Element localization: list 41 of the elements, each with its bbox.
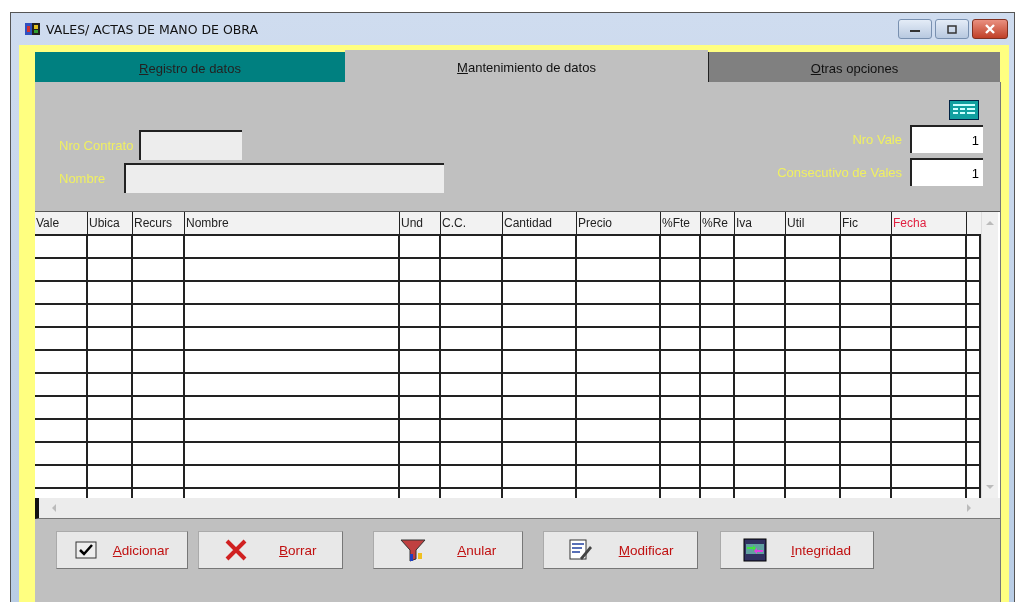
column-header: Cantidad xyxy=(503,216,553,230)
cross-icon xyxy=(224,538,249,562)
app-icon xyxy=(25,21,41,37)
maximize-button[interactable] xyxy=(935,19,969,39)
column-header: Vale xyxy=(35,216,60,230)
column-header: Fecha xyxy=(892,216,927,230)
tab[interactable]: Otras opciones xyxy=(708,52,1000,84)
action-button[interactable]: Integridad xyxy=(720,531,874,569)
field-label: Nombre xyxy=(59,170,106,186)
tab[interactable]: Registro de datos xyxy=(35,52,345,84)
column-header: Iva xyxy=(735,216,752,230)
funnel-icon xyxy=(399,537,426,563)
column-header: Fic xyxy=(841,216,858,230)
checkmark-icon xyxy=(74,541,97,559)
column-header: C.C. xyxy=(441,216,466,230)
keypad-icon[interactable] xyxy=(949,100,979,120)
action-button[interactable]: Anular xyxy=(373,531,523,569)
arrows-icon xyxy=(743,538,767,562)
action-button[interactable]: Modificar xyxy=(543,531,698,569)
input-field[interactable]: 1 xyxy=(910,158,983,186)
maximize-icon xyxy=(947,24,957,34)
column-header: %Re xyxy=(701,216,728,230)
action-button[interactable]: Borrar xyxy=(198,531,343,569)
action-button[interactable]: Adicionar xyxy=(56,531,188,569)
input-field[interactable]: 1 xyxy=(910,125,983,153)
tab[interactable]: Mantenimiento de datos xyxy=(345,50,708,84)
field-label: Nro Vale xyxy=(852,131,902,147)
column-header: %Fte xyxy=(661,216,690,230)
column-header: Precio xyxy=(577,216,612,230)
minimize-button[interactable] xyxy=(898,19,932,39)
field-label: Nro Contrato xyxy=(59,137,134,153)
close-icon xyxy=(984,24,996,34)
close-button[interactable] xyxy=(972,19,1008,39)
field-label: Consecutivo de Vales xyxy=(777,164,902,180)
column-header: Ubica xyxy=(88,216,120,230)
column-header: Und xyxy=(400,216,423,230)
column-header: Util xyxy=(786,216,805,230)
column-header: Nombre xyxy=(185,216,229,230)
window-title: VALES/ ACTAS DE MANO DE OBRA xyxy=(46,21,260,37)
column-header: Recurs xyxy=(133,216,172,230)
edit-icon xyxy=(567,538,592,562)
